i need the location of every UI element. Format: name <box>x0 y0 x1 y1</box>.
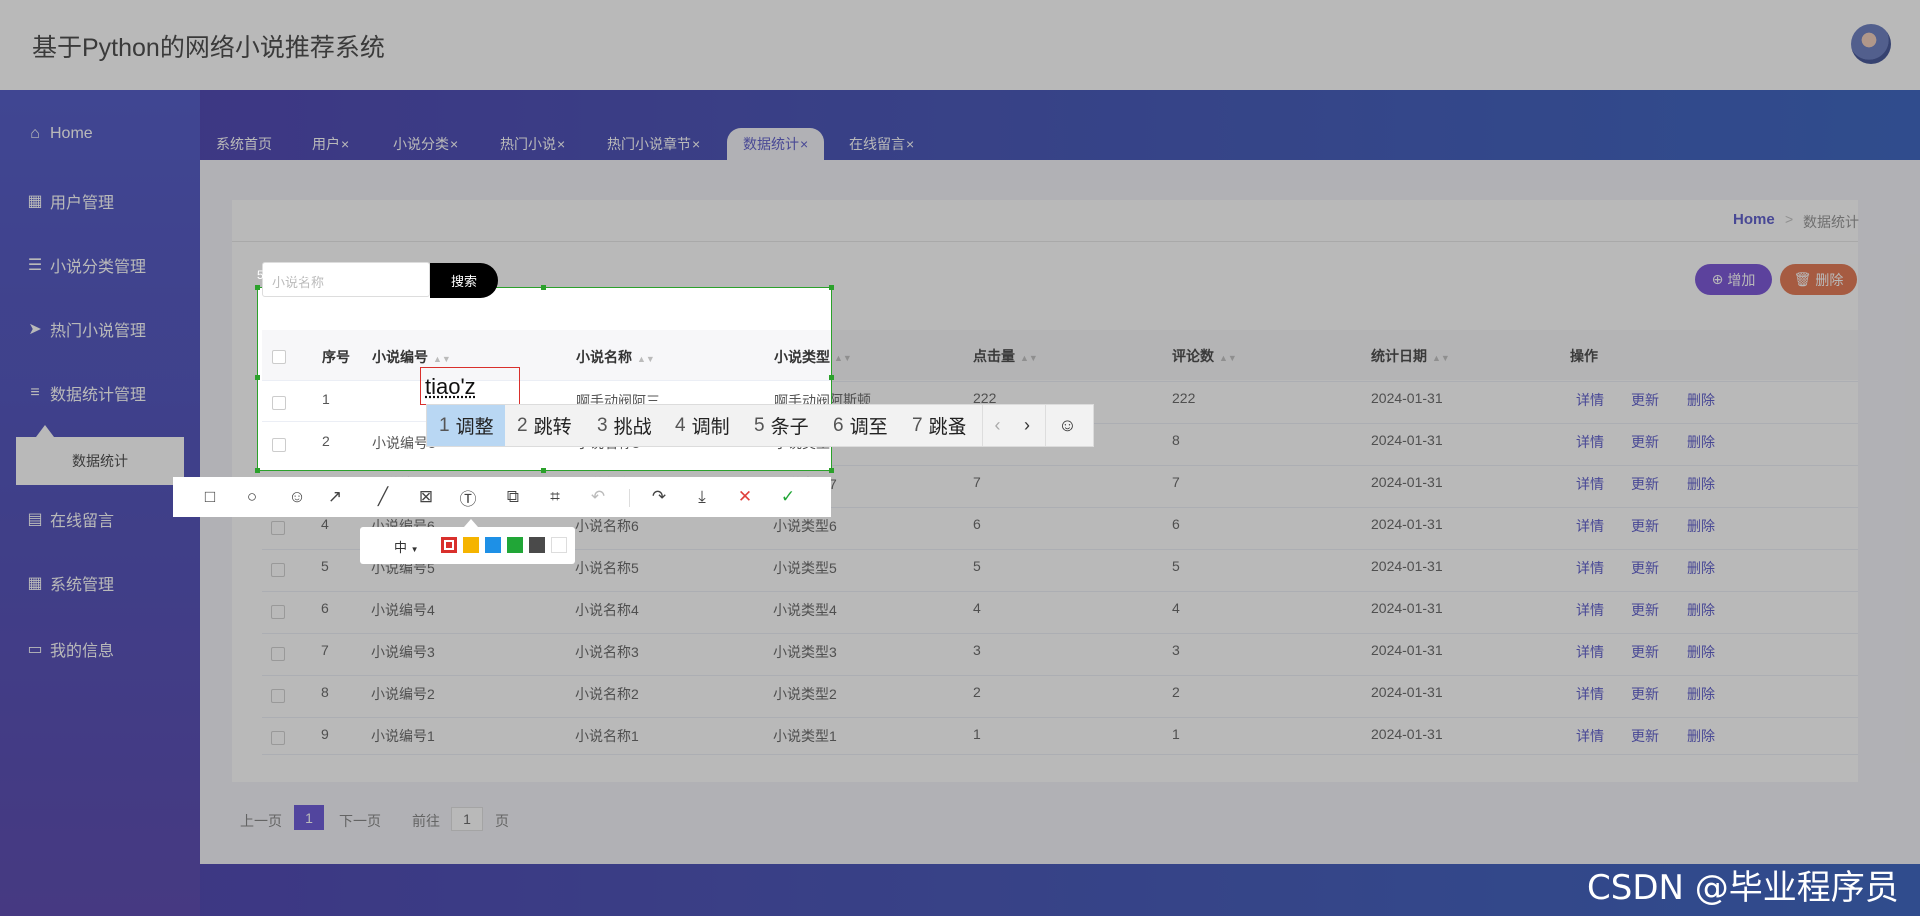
undo-icon[interactable]: ↶ <box>583 477 613 517</box>
color-swatch[interactable] <box>485 537 501 553</box>
ime-candidate-3[interactable]: 3 挑战 <box>597 405 652 446</box>
font-size-select[interactable]: 中 ▼ <box>394 537 419 556</box>
save-icon[interactable]: ⤓ <box>687 477 717 517</box>
ime-candidate-2[interactable]: 2 跳转 <box>517 405 572 446</box>
color-swatch[interactable] <box>463 537 479 553</box>
confirm-icon[interactable]: ✓ <box>773 477 803 517</box>
chevron-left-icon[interactable]: ‹ <box>982 405 1012 446</box>
sort-icon[interactable]: ▲▼ <box>637 354 655 364</box>
ime-candidate-text: 条子 <box>770 417 809 438</box>
ime-candidate-number: 7 <box>912 414 923 436</box>
arrow-icon[interactable]: ↗ <box>320 477 350 517</box>
ime-candidate-7[interactable]: 7 跳蚤 <box>912 405 967 446</box>
text-icon[interactable]: Ⓣ <box>453 477 483 517</box>
chevron-right-icon[interactable]: › <box>1012 405 1042 446</box>
select-all-checkbox[interactable] <box>272 350 286 364</box>
color-swatch[interactable] <box>529 537 545 553</box>
mosaic-icon[interactable]: ⊠ <box>411 477 441 517</box>
emoji-icon[interactable]: ☺ <box>282 477 312 517</box>
ime-candidate-6[interactable]: 6 调至 <box>833 405 888 446</box>
header-label: 小说名称 <box>576 349 632 365</box>
selection-size-label: 576 x 186 <box>257 268 310 282</box>
ime-candidate-text: 调制 <box>691 417 730 438</box>
ime-candidate-1[interactable]: 1 调整 <box>427 405 505 446</box>
font-size-value: 中 <box>394 540 408 555</box>
colorbar-arrow <box>464 519 478 527</box>
cell-idx: 2 <box>322 433 330 449</box>
text-annotation-input[interactable]: tiao'z <box>425 374 476 400</box>
ime-candidate-number: 2 <box>517 414 528 436</box>
row-checkbox[interactable] <box>272 396 286 410</box>
header-label: 小说编号 <box>372 349 428 365</box>
ime-candidate-text: 挑战 <box>613 417 652 438</box>
ime-candidate-text: 调整 <box>455 417 494 438</box>
sort-icon[interactable]: ▲▼ <box>433 354 451 364</box>
row-checkbox[interactable] <box>272 438 286 452</box>
ocr-icon[interactable]: ⌗ <box>540 477 570 517</box>
ime-candidate-number: 6 <box>833 414 844 436</box>
ime-candidate-number: 1 <box>439 414 450 436</box>
color-swatch[interactable] <box>551 537 567 553</box>
circle-icon[interactable]: ○ <box>237 477 267 517</box>
ime-candidate-number: 5 <box>754 414 765 436</box>
ime-candidate-5[interactable]: 5 条子 <box>754 405 809 446</box>
copy-icon[interactable]: ⧉ <box>498 477 528 517</box>
header-label: 序号 <box>322 349 350 365</box>
ime-candidate-text: 调至 <box>849 417 888 438</box>
caret-down-icon: ▼ <box>410 545 419 554</box>
screenshot-toolbar: □ ○ ☺ ↗ ╱ ⊠ Ⓣ ⧉ ⌗ ↶ ↷ ⤓ ✕ ✓ <box>173 477 831 517</box>
ime-candidate-text: 跳转 <box>533 417 572 438</box>
rectangle-icon[interactable]: □ <box>195 477 225 517</box>
ime-candidate-number: 3 <box>597 414 608 436</box>
cancel-icon[interactable]: ✕ <box>730 477 760 517</box>
ime-candidate-number: 4 <box>675 414 686 436</box>
ime-candidate-text: 跳蚤 <box>928 417 967 438</box>
table-header-3[interactable]: 小说类型▲▼ <box>774 347 831 367</box>
row-divider <box>262 380 831 381</box>
color-swatch[interactable] <box>441 537 457 553</box>
cell-idx: 1 <box>322 391 330 407</box>
pen-icon[interactable]: ╱ <box>368 477 398 517</box>
table-header-1[interactable]: 小说编号 ▲▼ <box>372 347 451 367</box>
emoji-icon[interactable]: ☺ <box>1045 405 1089 446</box>
search-button[interactable]: 搜索 <box>430 263 498 298</box>
color-swatch[interactable] <box>507 537 523 553</box>
table-header-2[interactable]: 小说名称 ▲▼ <box>576 347 655 367</box>
header-label: 小说类型 <box>774 349 830 365</box>
share-icon[interactable]: ↷ <box>644 477 674 517</box>
watermark: CSDN @毕业程序员 <box>1587 868 1899 908</box>
toolbar-divider <box>629 489 630 507</box>
ime-candidate-bar: 1 调整 2 跳转 3 挑战 4 调制 5 条子 6 调至 7 跳蚤 ‹ › ☺ <box>426 404 1094 447</box>
ime-candidate-4[interactable]: 4 调制 <box>675 405 730 446</box>
table-header-0: 序号 <box>322 347 350 367</box>
